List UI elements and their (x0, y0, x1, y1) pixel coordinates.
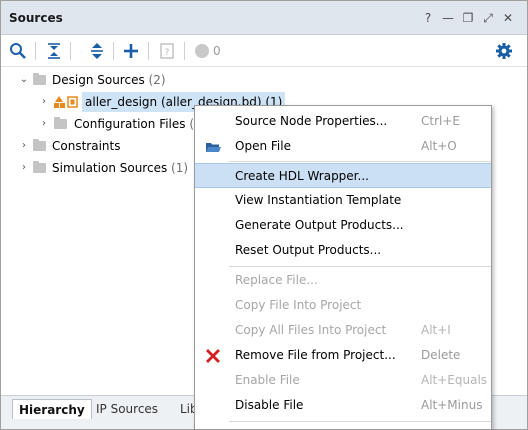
minimize-icon[interactable]: — (441, 10, 455, 26)
menu-separator (229, 161, 491, 162)
chevron-right-icon[interactable]: › (39, 92, 49, 112)
menu-item-copy-file-into-project[interactable]: Copy File Into Project (195, 293, 491, 318)
tree-label-simulation-sources: Simulation Sources (52, 161, 168, 175)
remove-x-icon (205, 348, 221, 364)
gear-icon[interactable] (495, 42, 513, 60)
menu-item-open-file[interactable]: Open File Alt+O (195, 134, 491, 159)
menu-separator (229, 266, 491, 267)
folder-icon (54, 117, 67, 129)
context-menu: Source Node Properties... Ctrl+E Open Fi… (194, 105, 492, 430)
chevron-right-icon[interactable]: › (39, 114, 49, 134)
chevron-down-icon[interactable]: ⌄ (19, 70, 29, 90)
toolbar-separator (148, 42, 149, 60)
tab-hierarchy[interactable]: Hierarchy (12, 399, 92, 419)
expand-all-icon[interactable] (88, 42, 106, 60)
tree-label-design-sources: Design Sources (52, 73, 145, 87)
help-icon[interactable]: ? (421, 10, 435, 26)
menu-item-view-instantiation-template[interactable]: View Instantiation Template (195, 188, 491, 213)
menu-item-enable-file[interactable]: Enable File Alt+Equals (195, 368, 491, 393)
toolbar-separator (113, 42, 114, 60)
close-icon[interactable]: ✕ (501, 10, 515, 26)
folder-icon (33, 161, 46, 173)
status-dot-icon (193, 42, 211, 60)
tree-row-design-sources[interactable]: ⌄ Design Sources (2) (1, 70, 527, 90)
tree-label-configuration-files: Configuration Files (74, 117, 186, 131)
float-icon[interactable]: ⤢ (481, 10, 495, 26)
menu-item-replace-file[interactable]: Replace File... (195, 268, 491, 293)
tree-count-design-sources: (2) (148, 73, 166, 87)
menu-item-disable-file[interactable]: Disable File Alt+Minus (195, 393, 491, 418)
toolbar-separator (35, 42, 36, 60)
menu-item-reset-output-products[interactable]: Reset Output Products... (195, 238, 491, 263)
toolbar-separator (70, 42, 71, 60)
menu-separator (229, 421, 491, 422)
tab-ip-sources[interactable]: IP Sources (90, 399, 164, 419)
menu-item-copy-all-files-into-project[interactable]: Copy All Files Into Project Alt+I (195, 318, 491, 343)
restore-icon[interactable]: ❐ (461, 10, 475, 26)
collapse-all-icon[interactable] (45, 42, 63, 60)
open-folder-icon (205, 139, 221, 155)
svg-text:?: ? (165, 48, 170, 58)
menu-item-create-hdl-wrapper[interactable]: Create HDL Wrapper... (195, 163, 491, 188)
panel-title: Sources (9, 11, 63, 25)
tree-count-simulation-sources: (1) (171, 161, 189, 175)
block-design-icon (53, 95, 79, 109)
toolbar-separator (184, 42, 185, 60)
menu-item-remove-file-from-project[interactable]: Remove File from Project... Delete (195, 343, 491, 368)
tree-label-constraints: Constraints (52, 139, 121, 153)
menu-item-generate-output-products[interactable]: Generate Output Products... (195, 213, 491, 238)
menu-item-source-node-properties[interactable]: Source Node Properties... Ctrl+E (195, 109, 491, 134)
folder-icon (33, 139, 46, 151)
chevron-right-icon[interactable]: › (19, 136, 29, 156)
add-icon[interactable] (122, 42, 140, 60)
panel-titlebar: Sources ? — ❐ ⤢ ✕ (1, 1, 527, 35)
sources-toolbar: ? 0 (1, 36, 527, 67)
status-count: 0 (213, 44, 221, 58)
help-doc-icon[interactable]: ? (158, 42, 176, 60)
folder-icon (33, 73, 46, 85)
search-icon[interactable] (9, 42, 27, 60)
chevron-right-icon[interactable]: › (19, 158, 29, 178)
